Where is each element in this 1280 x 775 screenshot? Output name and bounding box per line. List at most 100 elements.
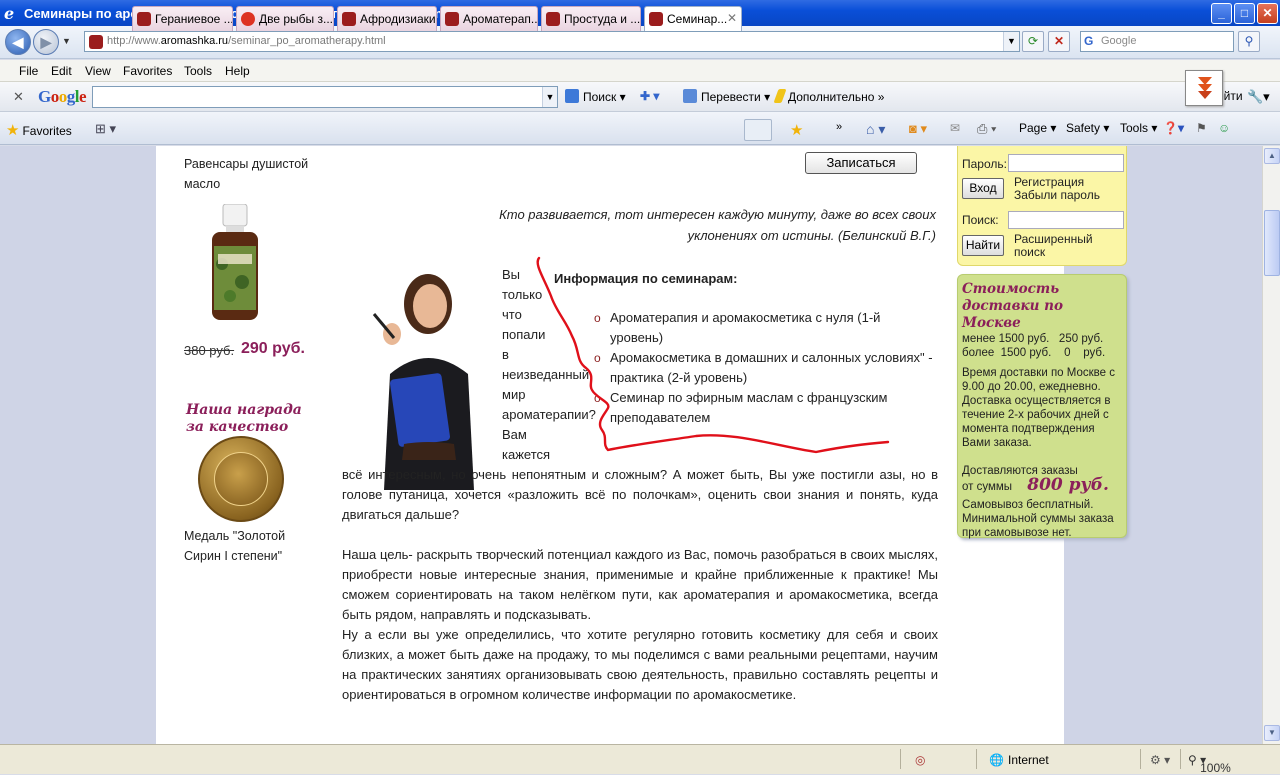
wrench-icon[interactable]: 🔧▾ [1247,89,1270,105]
star-icon: ★ [6,122,20,139]
site-search-field[interactable] [1008,211,1124,229]
add-favorite-icon[interactable]: ★ [790,121,803,139]
google-search-button[interactable]: Поиск ▾ [565,89,626,104]
menu-view[interactable]: View [85,64,111,78]
download-helper-icon[interactable] [1185,70,1223,106]
tab-aphrodisiacs[interactable]: Афродизиаки [337,6,437,31]
safety-menu[interactable]: Safety ▾ [1066,121,1109,135]
research-icon[interactable]: ⚑ [1196,121,1207,135]
minimize-button[interactable]: _ [1211,3,1232,24]
status-bar: ◎ 🌐 Internet ⚙ ▾ ⚲ 100% ▾ [0,744,1280,775]
translate-button[interactable]: Перевести ▾ [683,89,770,104]
more-button[interactable]: Дополнительно » [773,89,884,104]
login-panel: Пароль: Вход Регистрация Забыли пароль П… [957,146,1127,266]
menu-help[interactable]: Help [225,64,250,78]
search-go-icon[interactable]: ⚲ [1238,31,1260,52]
tab-geranium[interactable]: Гераниевое ... [132,6,233,31]
tab-aromatherapy[interactable]: Ароматерап... [440,6,538,31]
favorites-button[interactable]: ★ Favorites [6,121,72,139]
site-favicon-icon [89,35,103,49]
maximize-button[interactable]: □ [1234,3,1255,24]
scroll-up-icon[interactable]: ▲ [1264,148,1280,164]
delivery-row: менее 1500 руб. 250 руб. [962,333,1104,345]
seminars-info-title: Информация по семинарам: [554,271,738,286]
advanced-search-link[interactable]: Расширенный поиск [1014,233,1124,259]
google-search-icon: G [1084,34,1094,48]
signup-button[interactable]: Записаться [805,152,917,174]
site-favicon-icon [546,12,560,26]
download-arrow-icon [1198,77,1212,99]
new-tab-button[interactable] [744,119,772,141]
scroll-thumb[interactable] [1264,210,1280,276]
history-dropdown-icon[interactable]: ▼ [62,36,71,46]
plus-icon[interactable]: ✚ ▾ [640,89,659,103]
messenger-icon[interactable]: ☺ [1218,121,1230,135]
menu-tools[interactable]: Tools [184,64,212,78]
medal-caption[interactable]: Медаль "Золотой Сирин I степени" [184,526,324,566]
delivery-time: Время доставки по Москве с 9.00 до 20.00… [962,367,1115,449]
tab-close-icon[interactable]: ✕ [727,11,737,25]
feeds-icon[interactable]: ◙ ▾ [909,121,927,137]
menu-file[interactable]: File [19,64,38,78]
menu-favorites[interactable]: Favorites [123,64,172,78]
ie-logo-icon: e [4,4,15,23]
tab-seminar[interactable]: Семинар... ✕ [644,6,742,31]
search-placeholder: Google [1101,35,1137,47]
quick-tabs-icon[interactable]: ⊞ ▾ [95,121,116,137]
password-field[interactable] [1008,154,1124,172]
page-menu[interactable]: Page ▾ [1019,121,1056,135]
oil-bottle-image[interactable] [208,204,262,322]
intro-paragraph: всё интересным, но очень непонятным и сл… [342,467,938,522]
zone-label: Internet [1008,753,1049,767]
translate-icon [683,89,697,103]
min-order-amount: 800 руб. [1027,475,1109,495]
chevron-down-icon[interactable]: ▼ [542,87,557,107]
login-button[interactable]: Вход [962,178,1004,199]
stop-icon[interactable]: ✕ [1048,31,1070,52]
highlighter-icon [773,89,787,103]
product-name[interactable]: Равенсары душистой масло [184,154,324,194]
find-button[interactable]: Найти [962,235,1004,256]
refresh-icon[interactable]: ⟳ [1022,31,1044,52]
site-favicon-icon [137,12,151,26]
seminars-list: o Ароматерапия и аромакосметика с нуля (1… [594,308,934,428]
protected-mode-icon[interactable]: ⚙ ▾ [1150,753,1170,767]
new-price: 290 руб. [241,340,305,357]
goal-paragraph: Наша цель- раскрыть творческий потенциал… [342,547,938,622]
delivery-info-panel: Стоимость доставки по Москве менее 1500 … [957,274,1127,539]
tab-cold[interactable]: Простуда и ... [541,6,641,31]
forward-button[interactable]: ▶ [33,29,59,55]
scroll-down-icon[interactable]: ▼ [1264,725,1280,741]
toolbar-close-icon[interactable]: ✕ [13,89,24,105]
tab-two-fish[interactable]: Две рыбы з... [236,6,334,31]
back-button[interactable]: ◀ [5,29,31,55]
gold-medal-image[interactable] [198,436,284,522]
forgot-password-link[interactable]: Забыли пароль [1014,189,1100,202]
site-favicon-icon [342,12,356,26]
globe-icon: 🌐 [989,753,1004,767]
google-logo: Google [38,87,87,106]
site-favicon-icon [649,12,663,26]
address-input[interactable]: http://www.aromashka.ru/seminar_po_aroma… [84,31,1020,52]
more-chevron-icon[interactable]: » [836,121,842,133]
search-input[interactable]: G Google [1080,31,1234,52]
seminar-item-french[interactable]: o Семинар по эфирным маслам с французским… [594,388,934,428]
home-icon[interactable]: ⌂ ▾ [866,121,885,138]
privacy-icon[interactable]: ◎ [915,753,925,767]
menu-edit[interactable]: Edit [51,64,72,78]
mail-icon[interactable]: ✉ [950,121,960,135]
zoom-control[interactable]: ⚲ 100% ▾ [1188,753,1231,775]
print-icon[interactable]: ⎙ ▾ [977,121,996,137]
address-dropdown-icon[interactable]: ▼ [1003,32,1019,51]
vertical-scrollbar[interactable]: ▲ ▼ [1262,146,1280,744]
help-icon[interactable]: ❓▾ [1163,121,1184,135]
close-button[interactable]: ✕ [1257,3,1278,24]
min-order-text2: от суммы [962,481,1013,493]
delivery-title: Стоимость доставки по Москве [962,281,1063,331]
student-photo-image [372,274,474,490]
google-search-field[interactable]: ▼ [92,86,558,108]
seminar-item-level2[interactable]: o Аромакосметика в домашних и салонных ус… [594,348,934,388]
tools-menu[interactable]: Tools ▾ [1120,121,1157,135]
site-favicon-icon [241,12,255,26]
seminar-item-level1[interactable]: o Ароматерапия и аромакосметика с нуля (1… [594,308,934,348]
